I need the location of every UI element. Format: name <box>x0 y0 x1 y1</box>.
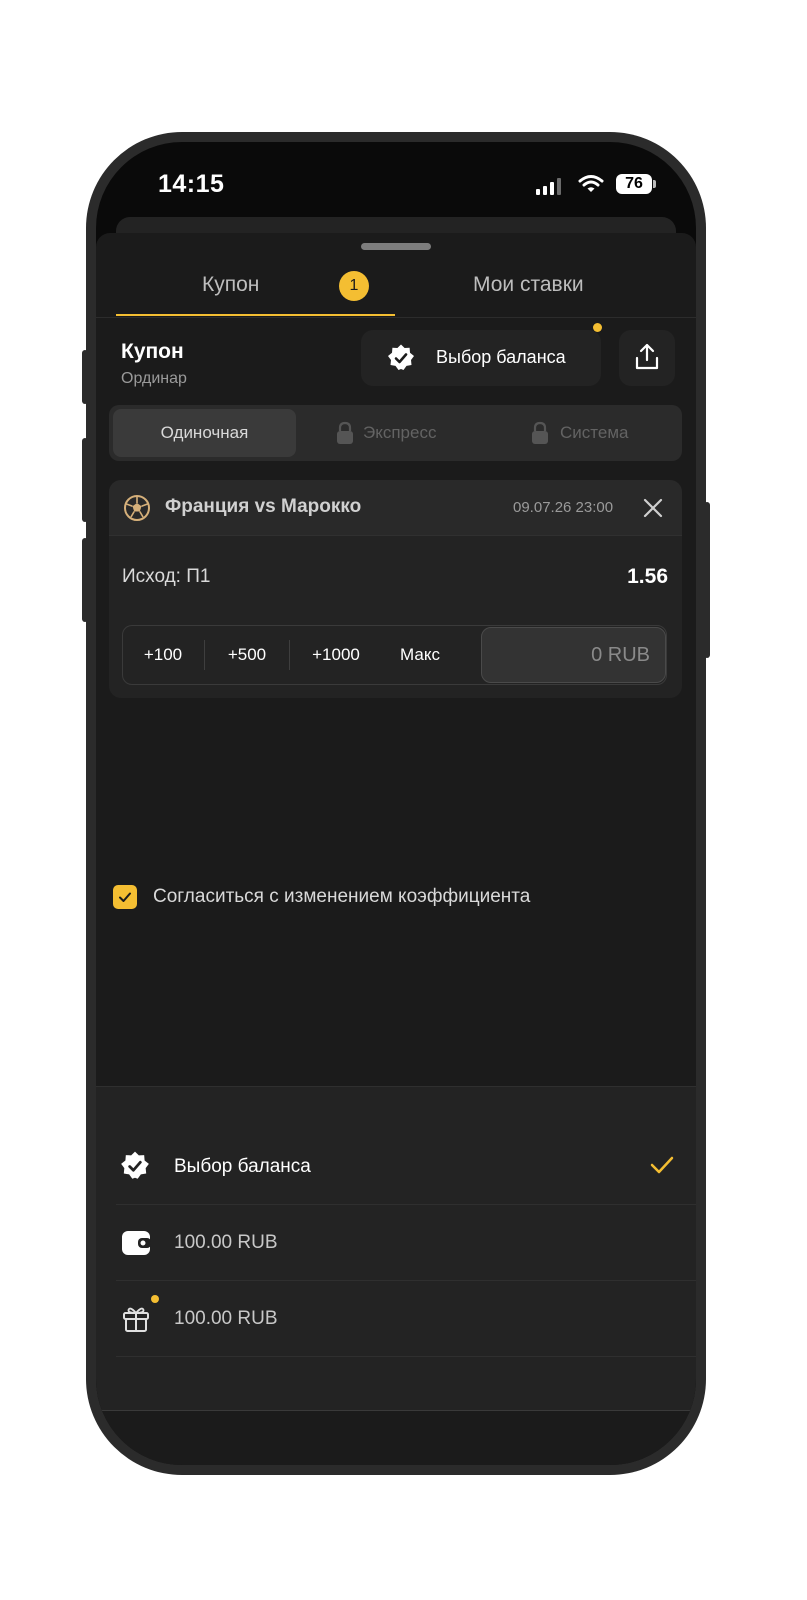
lock-icon <box>337 421 353 444</box>
share-button[interactable] <box>619 330 675 386</box>
stake-row: +100 +500 +1000 Макс 0 RUB <box>122 625 667 685</box>
balance-option-auto[interactable]: Выбор баланса <box>116 1128 696 1203</box>
sheet-handle[interactable] <box>361 243 431 250</box>
gear-check-icon <box>388 344 414 370</box>
tab-express[interactable]: Экспресс <box>299 409 489 457</box>
tab-express-label: Экспресс <box>363 423 437 442</box>
stake-amount-input[interactable]: 0 RUB <box>481 627 666 683</box>
balance-option-main[interactable]: 100.00 RUB <box>116 1205 696 1280</box>
tabs-divider <box>96 317 696 318</box>
bet-card-divider <box>109 535 682 536</box>
coupon-title: Купон <box>121 340 184 363</box>
coupon-subtitle: Ординар <box>121 370 187 387</box>
balance-option-label: 100.00 RUB <box>174 1308 278 1329</box>
tab-system-label: Система <box>560 423 629 442</box>
balance-select-button[interactable]: Выбор баланса <box>361 330 601 386</box>
tab-single[interactable]: Одиночная <box>113 409 296 457</box>
balance-option-label: Выбор баланса <box>174 1156 311 1177</box>
volume-down-button <box>82 538 88 622</box>
balance-select-label: Выбор баланса <box>436 347 566 367</box>
accept-odds-checkbox[interactable] <box>113 885 137 909</box>
quick-amount-max[interactable]: Макс <box>384 645 456 665</box>
bet-card: Франция vs Марокко 09.07.26 23:00 Исход:… <box>109 480 682 698</box>
quick-amount-100[interactable]: +100 <box>128 645 198 665</box>
gear-check-icon <box>121 1151 149 1179</box>
home-indicator-area <box>96 1411 696 1465</box>
gift-icon <box>123 1307 149 1332</box>
balance-notification-dot <box>593 323 602 332</box>
status-time: 14:15 <box>158 170 225 198</box>
tab-coupon[interactable]: Купон 1 <box>116 263 395 317</box>
wifi-icon <box>578 175 604 192</box>
tab-my-bets-label: Мои ставки <box>473 273 584 296</box>
row-divider <box>116 1356 696 1357</box>
power-button <box>704 502 710 658</box>
volume-up-button <box>82 438 88 522</box>
signal-icon <box>536 177 561 195</box>
coupon-sheet: Купон 1 Мои ставки Купон Ординар Выбор б… <box>96 233 696 1465</box>
bonus-notification-dot <box>151 1295 159 1303</box>
battery-nub <box>653 180 656 188</box>
quick-divider <box>204 640 205 670</box>
football-icon <box>124 495 150 521</box>
balance-selection-sheet: Выбор баланса 100.00 RUB 100.00 RUB <box>96 1086 696 1465</box>
accept-odds-label: Согласиться с изменением коэффициента <box>153 886 531 907</box>
event-title: Франция vs Марокко <box>165 496 362 517</box>
active-tab-indicator <box>116 314 395 316</box>
quick-amount-500[interactable]: +500 <box>209 645 285 665</box>
share-icon <box>635 343 659 370</box>
tab-my-bets[interactable]: Мои ставки <box>396 263 696 317</box>
quick-divider <box>289 640 290 670</box>
tab-single-label: Одиночная <box>160 423 249 442</box>
screen: 14:15 76 Купон 1 Мои ставки Купон Ордина… <box>96 142 696 1465</box>
coupon-count-badge: 1 <box>339 271 369 301</box>
stake-amount-placeholder: 0 RUB <box>591 644 650 666</box>
tab-system[interactable]: Система <box>492 409 678 457</box>
bet-type-selector: Одиночная Экспресс Система <box>109 405 682 461</box>
outcome-label: Исход: П1 <box>122 566 211 587</box>
checkmark-icon <box>650 1156 674 1174</box>
odds-value: 1.56 <box>627 565 668 588</box>
sheet-top-border <box>96 1086 696 1087</box>
balance-option-label: 100.00 RUB <box>174 1232 278 1253</box>
lock-icon <box>532 421 548 444</box>
balance-option-bonus[interactable]: 100.00 RUB <box>116 1281 696 1356</box>
tab-coupon-label: Купон <box>202 273 260 296</box>
event-datetime: 09.07.26 23:00 <box>513 499 614 516</box>
silent-switch <box>82 350 88 404</box>
check-icon <box>119 892 131 902</box>
battery-icon: 76 <box>616 174 652 194</box>
close-icon[interactable] <box>642 497 664 519</box>
wallet-icon <box>122 1231 151 1255</box>
quick-amount-1000[interactable]: +1000 <box>293 645 379 665</box>
